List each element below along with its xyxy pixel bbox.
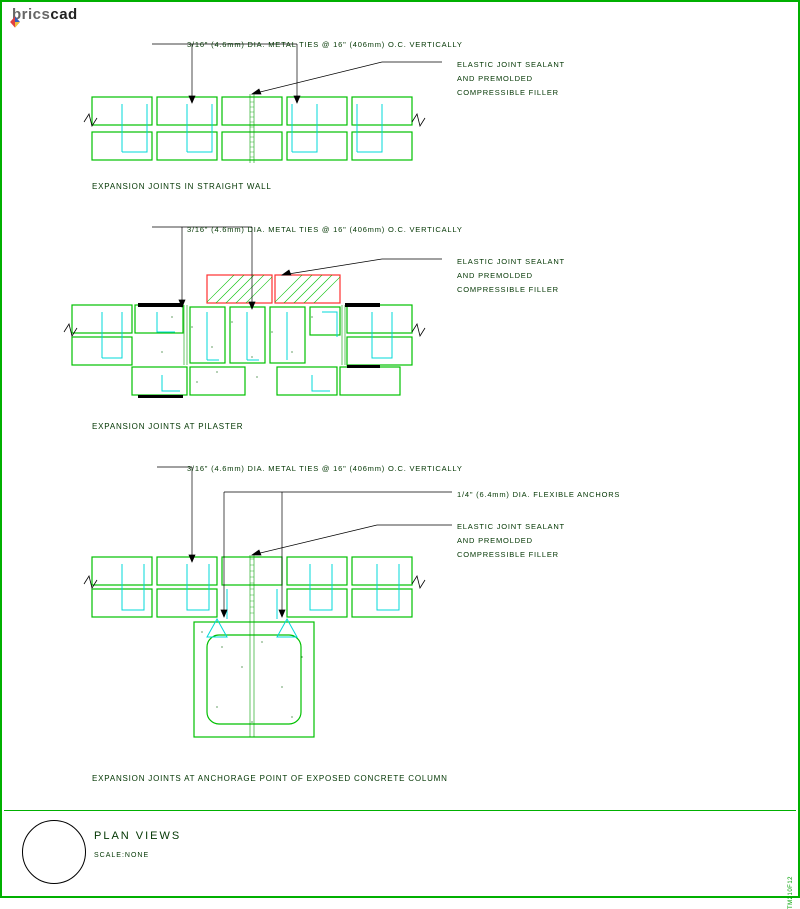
section2-sealant-line2: AND PREMOLDED bbox=[457, 271, 533, 280]
footer-separator bbox=[4, 810, 796, 811]
section3-title: EXPANSION JOINTS AT ANCHORAGE POINT OF E… bbox=[92, 774, 448, 783]
section2-ties-note: 3/16" (4.6mm) DIA. METAL TIES @ 16" (406… bbox=[187, 225, 463, 234]
app-header: bricscad bbox=[8, 6, 78, 23]
section3-sealant-line1: ELASTIC JOINT SEALANT bbox=[457, 522, 565, 531]
section2-sealant-line3: COMPRESSIBLE FILLER bbox=[457, 285, 559, 294]
section1-sealant-line1: ELASTIC JOINT SEALANT bbox=[457, 60, 565, 69]
section3-sealant-line2: AND PREMOLDED bbox=[457, 536, 533, 545]
section1-sealant-line3: COMPRESSIBLE FILLER bbox=[457, 88, 559, 97]
section2-drawing bbox=[52, 217, 472, 447]
footer-detail-circle bbox=[22, 820, 86, 884]
section1-title: EXPANSION JOINTS IN STRAIGHT WALL bbox=[92, 182, 272, 191]
section2-title: EXPANSION JOINTS AT PILASTER bbox=[92, 422, 243, 431]
section3-ties-note: 3/16" (4.6mm) DIA. METAL TIES @ 16" (406… bbox=[187, 464, 463, 473]
section1-sealant-line2: AND PREMOLDED bbox=[457, 74, 533, 83]
drawing-canvas: bricscad bbox=[0, 0, 800, 898]
section3-sealant-line3: COMPRESSIBLE FILLER bbox=[457, 550, 559, 559]
drawing-credit: TM210F12 bbox=[788, 876, 794, 909]
section3-anchors-note: 1/4" (6.4mm) DIA. FLEXIBLE ANCHORS bbox=[457, 490, 620, 499]
section3-drawing bbox=[62, 457, 482, 787]
section1-drawing bbox=[62, 32, 462, 202]
footer-title: PLAN VIEWS bbox=[94, 830, 181, 842]
section2-sealant-line1: ELASTIC JOINT SEALANT bbox=[457, 257, 565, 266]
section1-ties-note: 3/16" (4.6mm) DIA. METAL TIES @ 16" (406… bbox=[187, 40, 463, 49]
footer-scale: SCALE:NONE bbox=[94, 852, 149, 859]
brand-part2: cad bbox=[50, 6, 77, 23]
